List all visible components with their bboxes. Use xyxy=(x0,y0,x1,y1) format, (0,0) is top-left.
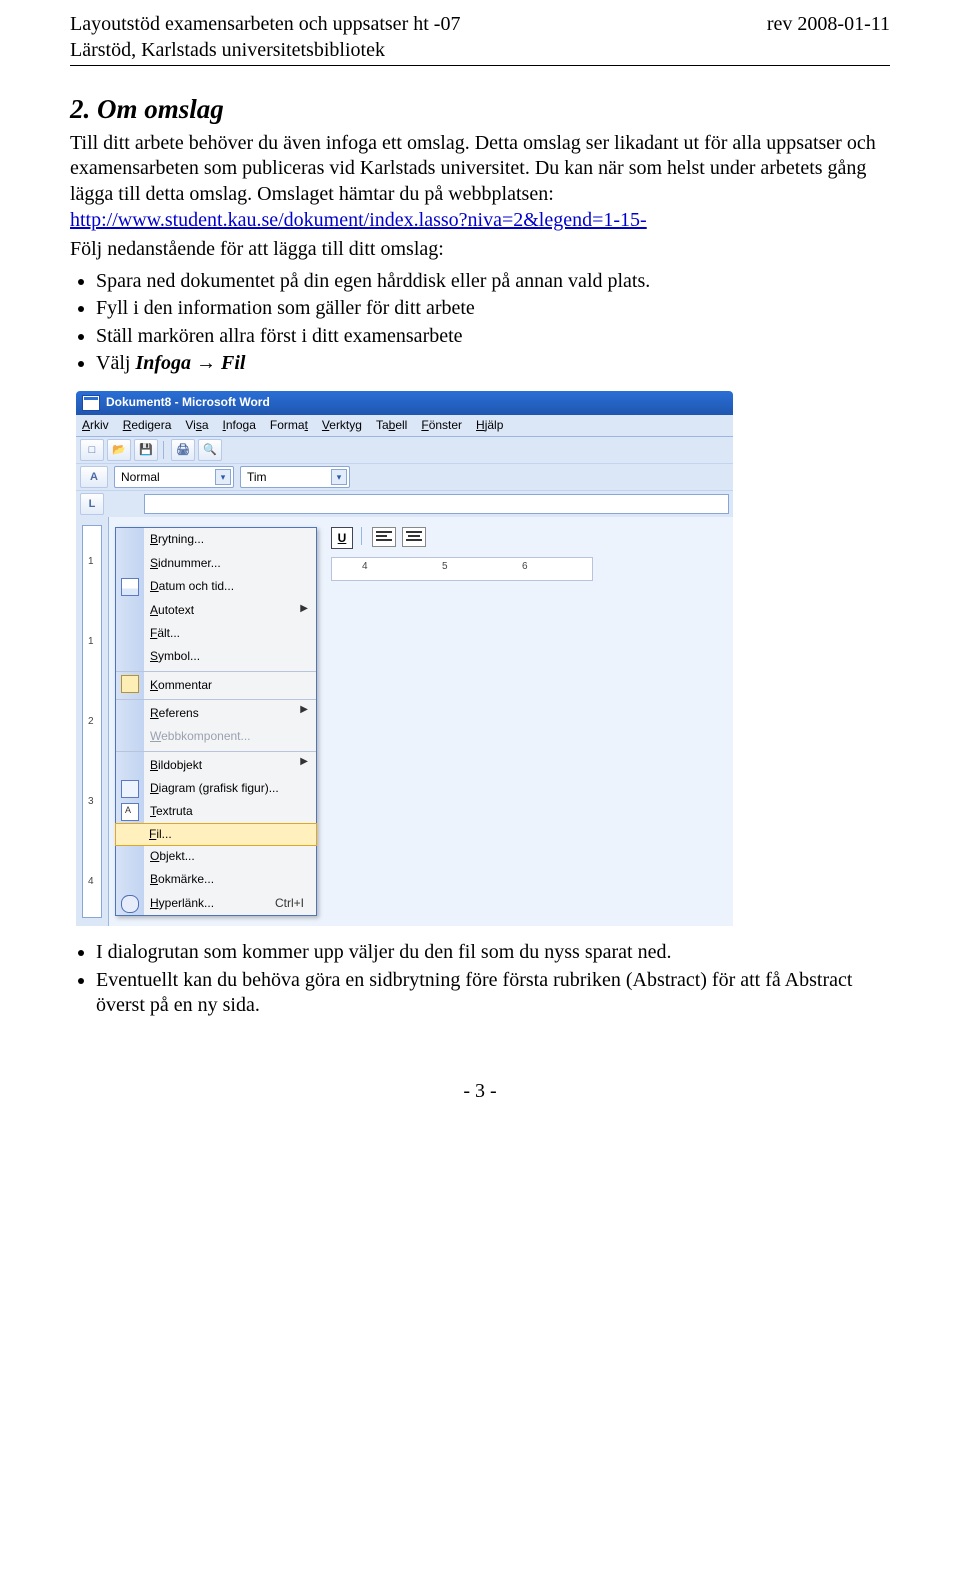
menu-item-objekt[interactable]: Objekt... xyxy=(116,845,316,868)
submenu-arrow-icon: ▶ xyxy=(300,603,308,616)
list-item: Spara ned dokumentet på din egen hårddis… xyxy=(96,269,890,295)
hyp-icon xyxy=(121,895,139,913)
bullet-list-b: I dialogrutan som kommer upp väljer du d… xyxy=(96,940,890,1019)
horizontal-ruler[interactable] xyxy=(144,494,729,514)
list-item: Ställ markören allra först i ditt examen… xyxy=(96,324,890,350)
list-item: I dialogrutan som kommer upp väljer du d… xyxy=(96,940,890,966)
ruler-right-part: 4 5 6 xyxy=(331,557,593,581)
menu-bar: Arkiv Redigera Visa Infoga Format Verkty… xyxy=(76,415,733,437)
menu-verktyg[interactable]: Verktyg xyxy=(322,418,362,433)
menu-item-sidnummer[interactable]: Sidnummer... xyxy=(116,552,316,575)
chevron-down-icon: ▾ xyxy=(331,469,347,485)
formatting-toolbar: A Normal▾ Tim▾ xyxy=(76,463,733,490)
menu-item-fält[interactable]: Fält... xyxy=(116,622,316,645)
menu-item-fil[interactable]: Fil... xyxy=(115,823,317,846)
menu-tabell[interactable]: Tabell xyxy=(376,418,407,433)
standard-toolbar: □ 📂 💾 🖨 🔍 xyxy=(76,437,733,463)
style-pane-icon[interactable]: A xyxy=(80,466,108,488)
section-title: 2. Om omslag xyxy=(70,92,890,127)
header-right-line1: rev 2008-01-11 xyxy=(767,12,890,38)
menu-item-bildobjekt[interactable]: Bildobjekt▶ xyxy=(116,751,316,777)
header-rule xyxy=(70,65,890,66)
menu-item-diagram-grafisk-figur[interactable]: Diagram (grafisk figur)... xyxy=(116,777,316,800)
menu-item-bokmärke[interactable]: Bokmärke... xyxy=(116,868,316,891)
open-icon[interactable]: 📂 xyxy=(107,439,131,461)
menu-item-kommentar[interactable]: Kommentar xyxy=(116,671,316,697)
font-combo[interactable]: Tim▾ xyxy=(240,466,350,488)
menu-visa[interactable]: Visa xyxy=(185,418,208,433)
menu-item-datum-och-tid[interactable]: Datum och tid... xyxy=(116,575,316,598)
dia-icon xyxy=(121,780,139,798)
menu-arkiv[interactable]: Arkiv xyxy=(82,418,109,433)
page-number: - 3 - xyxy=(70,1079,890,1105)
header-left-line1: Layoutstöd examensarbeten och uppsatser … xyxy=(70,12,460,38)
menu-fonster[interactable]: Fönster xyxy=(421,418,462,433)
menu-item-brytning[interactable]: Brytning... xyxy=(116,528,316,551)
menu-item-referens[interactable]: Referens▶ xyxy=(116,699,316,725)
list-item: Eventuellt kan du behöva göra en sidbryt… xyxy=(96,968,890,1019)
shortcut-label: Ctrl+I xyxy=(275,896,304,911)
menu-hjalp[interactable]: Hjälp xyxy=(476,418,503,433)
toolbar-separator xyxy=(361,527,364,545)
intro-paragraph: Till ditt arbete behöver du även infoga … xyxy=(70,131,890,233)
vertical-ruler[interactable]: 1 1 2 3 4 xyxy=(76,517,109,926)
print-icon[interactable]: 🖨 xyxy=(171,439,195,461)
menu-format[interactable]: Format xyxy=(270,418,308,433)
toolbar-separator xyxy=(163,441,166,459)
window-titlebar: Dokument8 - Microsoft Word xyxy=(76,391,733,415)
menu-redigera[interactable]: Redigera xyxy=(123,418,172,433)
infoga-dropdown-menu: Brytning...Sidnummer...Datum och tid...A… xyxy=(115,527,317,916)
menu-item-webbkomponent[interactable]: Webbkomponent... xyxy=(116,725,316,748)
submenu-arrow-icon: ▶ xyxy=(300,756,308,769)
preview-icon[interactable]: 🔍 xyxy=(198,439,222,461)
cal-icon xyxy=(121,578,139,596)
underline-icon[interactable]: U xyxy=(331,527,353,549)
header-left-line2: Lärstöd, Karlstads universitetsbibliotek xyxy=(70,38,890,64)
window-title: Dokument8 - Microsoft Word xyxy=(106,395,270,410)
style-combo[interactable]: Normal▾ xyxy=(114,466,234,488)
chevron-down-icon: ▾ xyxy=(215,469,231,485)
menu-item-hyperlänk[interactable]: Hyperlänk...Ctrl+I xyxy=(116,892,316,915)
bullet-list-a: Spara ned dokumentet på din egen hårddis… xyxy=(96,269,890,377)
ruler-bar: L xyxy=(76,490,733,517)
tab-align-icon[interactable]: L xyxy=(80,493,104,515)
com-icon xyxy=(121,675,139,693)
menu-item-textruta[interactable]: Textruta xyxy=(116,800,316,823)
list-item: Välj Infoga → Fil xyxy=(96,351,890,377)
follow-intro: Följ nedanstående för att lägga till dit… xyxy=(70,237,890,263)
save-icon[interactable]: 💾 xyxy=(134,439,158,461)
menu-item-autotext[interactable]: Autotext▶ xyxy=(116,599,316,622)
align-left-icon[interactable] xyxy=(372,527,396,547)
arrow-icon: → xyxy=(196,352,216,374)
menu-infoga[interactable]: Infoga xyxy=(223,418,256,433)
align-center-icon[interactable] xyxy=(402,527,426,547)
word-screenshot: Dokument8 - Microsoft Word Arkiv Rediger… xyxy=(76,391,733,926)
new-doc-icon[interactable]: □ xyxy=(80,439,104,461)
download-link[interactable]: http://www.student.kau.se/dokument/index… xyxy=(70,209,647,231)
menu-item-symbol[interactable]: Symbol... xyxy=(116,645,316,668)
txt-icon xyxy=(121,803,139,821)
submenu-arrow-icon: ▶ xyxy=(300,704,308,717)
list-item: Fyll i den information som gäller för di… xyxy=(96,296,890,322)
word-icon xyxy=(82,395,100,411)
